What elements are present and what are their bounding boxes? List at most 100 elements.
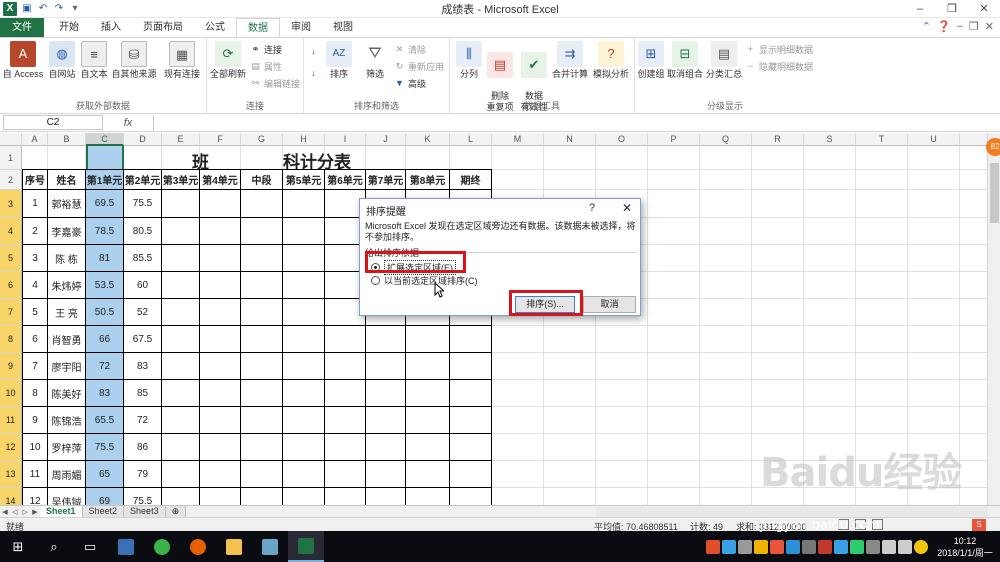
row-header-11[interactable]: 11 xyxy=(0,407,22,434)
column-header-f[interactable]: F xyxy=(200,133,241,146)
header-cell[interactable]: 第1单元 xyxy=(86,170,124,190)
data-cell[interactable]: 65.5 xyxy=(86,407,124,434)
vertical-scroll-thumb[interactable] xyxy=(990,163,999,223)
data-cell[interactable] xyxy=(325,461,366,488)
data-cell[interactable]: 78.5 xyxy=(86,218,124,245)
data-cell[interactable] xyxy=(283,299,325,326)
tray-icon-3[interactable] xyxy=(738,539,752,554)
horizontal-scrollbar[interactable] xyxy=(596,507,988,517)
page-layout-view-icon[interactable] xyxy=(855,519,866,530)
tray-icon-4[interactable] xyxy=(754,539,768,554)
text-to-columns-button[interactable]: ⫼ 分列 xyxy=(454,41,484,80)
column-header-t[interactable]: T xyxy=(856,133,908,146)
data-cell[interactable]: 66 xyxy=(86,326,124,353)
data-cell[interactable] xyxy=(241,245,283,272)
data-cell[interactable] xyxy=(162,245,200,272)
tray-icon-7[interactable] xyxy=(802,539,816,554)
data-cell[interactable] xyxy=(406,461,450,488)
sheet-tab-sheet1[interactable]: Sheet1 xyxy=(40,506,83,517)
column-header-r[interactable]: R xyxy=(752,133,804,146)
reapply-button[interactable]: ↻ 重新应用 xyxy=(394,60,444,73)
data-cell[interactable] xyxy=(325,326,366,353)
data-cell[interactable]: 69 xyxy=(86,488,124,505)
column-header-e[interactable]: E xyxy=(162,133,200,146)
data-cell[interactable]: 75.5 xyxy=(124,488,162,505)
consolidate-button[interactable]: ⇉ 合并计算 xyxy=(550,41,590,80)
row-header-14[interactable]: 14 xyxy=(0,488,22,505)
data-cell[interactable]: 85.5 xyxy=(124,245,162,272)
data-cell[interactable] xyxy=(162,326,200,353)
filter-button[interactable]: ⛛ 筛选 xyxy=(360,41,390,80)
data-cell[interactable]: 11 xyxy=(22,461,48,488)
data-cell[interactable] xyxy=(450,326,492,353)
page-break-view-icon[interactable] xyxy=(872,519,883,530)
data-cell[interactable] xyxy=(406,434,450,461)
data-cell[interactable] xyxy=(241,434,283,461)
excel-taskbar-icon[interactable] xyxy=(288,531,324,562)
data-cell[interactable] xyxy=(283,245,325,272)
hide-detail-button[interactable]: − 隐藏明细数据 xyxy=(745,60,813,73)
column-header-u[interactable]: U xyxy=(908,133,960,146)
floating-badge[interactable]: 82 xyxy=(986,138,1000,156)
data-cell[interactable] xyxy=(283,434,325,461)
save-icon[interactable]: ▣ xyxy=(21,3,33,15)
sort-ascending-button[interactable]: ↓ xyxy=(308,46,319,57)
doc-minimize-icon[interactable]: – xyxy=(957,20,963,33)
next-sheet-icon[interactable]: ▷ xyxy=(20,508,30,516)
data-cell[interactable]: 80.5 xyxy=(124,218,162,245)
subtotal-button[interactable]: ▤ 分类汇总 xyxy=(705,41,743,80)
data-cell[interactable] xyxy=(162,353,200,380)
data-cell[interactable] xyxy=(241,353,283,380)
data-cell[interactable]: 12 xyxy=(22,488,48,505)
sheet-tab-sheet3[interactable]: Sheet3 xyxy=(124,506,166,517)
radio-expand[interactable] xyxy=(371,263,380,272)
header-cell[interactable]: 序号 xyxy=(22,170,48,190)
data-cell[interactable]: 69.5 xyxy=(86,190,124,218)
data-cell[interactable]: 肖智勇 xyxy=(48,326,86,353)
header-cell[interactable]: 第5单元 xyxy=(283,170,325,190)
clock[interactable]: 10:12 2018/1/1/周一 xyxy=(930,535,1000,559)
data-cell[interactable] xyxy=(241,380,283,407)
tab-file[interactable]: 文件 xyxy=(0,18,44,37)
data-cell[interactable] xyxy=(162,407,200,434)
data-cell[interactable] xyxy=(241,299,283,326)
data-cell[interactable]: 86 xyxy=(124,434,162,461)
data-cell[interactable]: 75.5 xyxy=(86,434,124,461)
tray-icon-8[interactable] xyxy=(818,539,832,554)
column-header-i[interactable]: I xyxy=(325,133,366,146)
data-cell[interactable]: 9 xyxy=(22,407,48,434)
data-cell[interactable] xyxy=(200,380,241,407)
data-cell[interactable]: 50.5 xyxy=(86,299,124,326)
column-header-a[interactable]: A xyxy=(22,133,48,146)
row-header-6[interactable]: 6 xyxy=(0,272,22,299)
header-cell[interactable]: 第3单元 xyxy=(162,170,200,190)
group-button[interactable]: ⊞ 创建组 xyxy=(635,41,667,80)
data-cell[interactable]: 罗梓萍 xyxy=(48,434,86,461)
help-icon[interactable]: ❓ xyxy=(937,20,951,33)
data-cell[interactable] xyxy=(200,407,241,434)
data-cell[interactable]: 5 xyxy=(22,299,48,326)
data-cell[interactable]: 陈锦浩 xyxy=(48,407,86,434)
header-cell[interactable]: 第2单元 xyxy=(124,170,162,190)
row-header-3[interactable]: 3 xyxy=(0,190,22,218)
tray-icon-6[interactable] xyxy=(786,539,800,554)
data-cell[interactable]: 4 xyxy=(22,272,48,299)
browser-360-icon[interactable] xyxy=(144,531,180,562)
row-header-12[interactable]: 12 xyxy=(0,434,22,461)
data-cell[interactable]: 郭裕慧 xyxy=(48,190,86,218)
column-header-s[interactable]: S xyxy=(804,133,856,146)
undo-icon[interactable]: ↶ xyxy=(37,3,49,15)
data-cell[interactable]: 吴伟铖 xyxy=(48,488,86,505)
redo-icon[interactable]: ↷ xyxy=(53,3,65,15)
row-header-1[interactable]: 1 xyxy=(0,146,22,170)
header-cell[interactable]: 第6单元 xyxy=(325,170,366,190)
data-cell[interactable] xyxy=(325,380,366,407)
header-cell[interactable]: 中段 xyxy=(241,170,283,190)
data-cell[interactable] xyxy=(450,461,492,488)
tray-icon-1[interactable] xyxy=(706,539,720,554)
data-cell[interactable]: 7 xyxy=(22,353,48,380)
restore-button[interactable]: ❐ xyxy=(936,0,968,18)
from-web-button[interactable]: ◍ 自网站 xyxy=(45,41,79,80)
prev-sheet-icon[interactable]: ◁ xyxy=(10,508,20,516)
data-cell[interactable] xyxy=(325,434,366,461)
